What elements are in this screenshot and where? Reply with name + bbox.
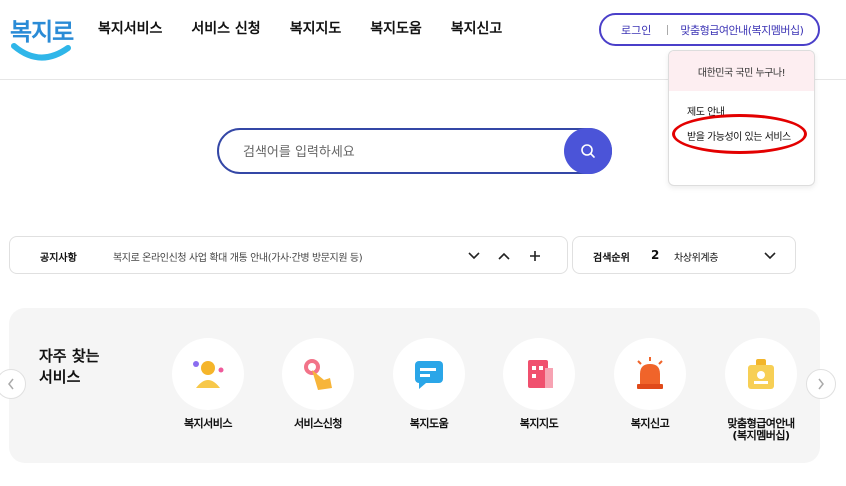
header-button-group: 로그인 맞춤형급여안내(복지멤버십) — [599, 13, 820, 46]
nav-welfare-map[interactable]: 복지지도 — [290, 19, 342, 39]
plus-icon[interactable] — [527, 248, 543, 264]
login-button[interactable]: 로그인 — [621, 22, 651, 38]
frequent-services-panel: 자주 찾는 서비스 복지서비스 서비스신청 복지도움 복지지도 복지신고 맞춤형… — [9, 308, 820, 463]
chat-icon — [415, 361, 443, 389]
search-box — [217, 128, 612, 174]
service-label: 맞춤형급여안내 (복지멤버십) — [719, 418, 803, 442]
service-label: 복지서비스 — [183, 417, 233, 430]
chevron-left-icon — [8, 378, 14, 390]
search-input[interactable] — [243, 142, 543, 162]
service-map[interactable]: 복지지도 — [497, 338, 581, 430]
highlight-ellipse — [672, 114, 807, 154]
service-report[interactable]: 복지신고 — [608, 338, 692, 430]
service-icon-circle — [503, 338, 575, 410]
divider — [667, 24, 669, 35]
service-icon-circle — [282, 338, 354, 410]
carousel-next-button[interactable] — [806, 369, 836, 399]
nav-welfare-services[interactable]: 복지서비스 — [98, 19, 162, 39]
notice-text[interactable]: 복지로 온라인신청 사업 확대 개통 안내(가사·간병 방문지원 등) — [113, 249, 363, 264]
chevron-down-icon[interactable] — [762, 248, 778, 264]
chevron-up-icon[interactable] — [496, 248, 512, 264]
service-label: 서비스신청 — [293, 417, 343, 430]
chevron-down-icon[interactable] — [466, 248, 482, 264]
main-nav: 복지서비스 서비스 신청 복지지도 복지도움 복지신고 — [98, 19, 531, 39]
search-button[interactable] — [564, 128, 612, 174]
ranking-label: 검색순위 — [593, 253, 630, 264]
id-card-icon — [748, 359, 774, 389]
service-label: 복지신고 — [630, 417, 670, 430]
service-label: 복지지도 — [519, 417, 559, 430]
smile-icon — [11, 43, 71, 61]
dropdown-heading: 대한민국 국민 누구나! — [669, 51, 814, 91]
label-line: (복지멤버십) — [732, 429, 790, 442]
notice-bar: 공지사항 복지로 온라인신청 사업 확대 개통 안내(가사·간병 방문지원 등) — [9, 236, 568, 274]
title-line: 자주 찾는 — [39, 347, 100, 365]
service-icon-circle — [393, 338, 465, 410]
service-apply[interactable]: 서비스신청 — [276, 338, 360, 430]
service-help[interactable]: 복지도움 — [387, 338, 471, 430]
ranking-number: 2 — [651, 248, 660, 262]
building-icon — [528, 360, 553, 388]
nav-welfare-help[interactable]: 복지도움 — [370, 19, 422, 39]
title-line: 서비스 — [39, 368, 81, 386]
service-icon-circle — [614, 338, 686, 410]
hand-touch-icon — [304, 359, 332, 390]
frequent-services-title: 자주 찾는 서비스 — [39, 346, 99, 388]
custom-benefit-button[interactable]: 맞춤형급여안내(복지멤버십) — [680, 22, 804, 38]
search-icon — [581, 144, 595, 158]
chevron-right-icon — [818, 378, 824, 390]
nav-service-apply[interactable]: 서비스 신청 — [191, 19, 260, 39]
siren-icon — [637, 357, 663, 389]
service-custom-benefit[interactable]: 맞춤형급여안내 (복지멤버십) — [719, 338, 803, 442]
service-icon-circle — [725, 338, 797, 410]
site-logo[interactable]: 복지로 — [8, 10, 74, 66]
notice-label: 공지사항 — [40, 253, 77, 264]
ranking-term[interactable]: 차상위계층 — [674, 249, 718, 264]
nav-welfare-report[interactable]: 복지신고 — [451, 19, 503, 39]
service-welfare[interactable]: 복지서비스 — [166, 338, 250, 430]
service-label: 복지도움 — [409, 417, 449, 430]
search-ranking: 검색순위 2 차상위계층 — [572, 236, 796, 274]
person-icon — [193, 361, 224, 388]
service-icon-circle — [172, 338, 244, 410]
